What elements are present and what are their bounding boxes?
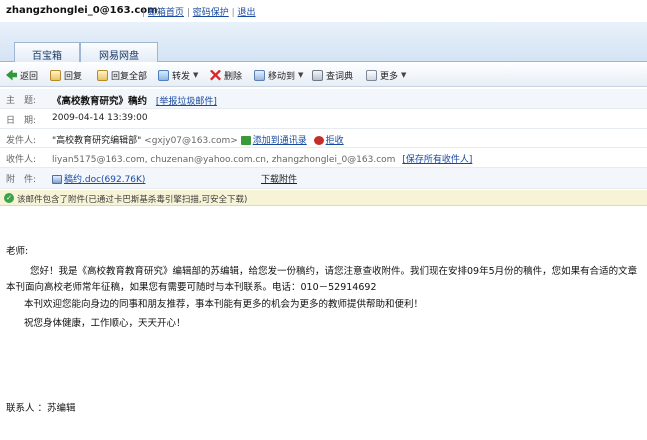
logout-link[interactable]: 退出	[238, 8, 256, 18]
delete-button[interactable]: 删除	[210, 68, 242, 82]
chevron-down-icon[interactable]: ▼	[193, 71, 198, 79]
reply-all-label: 回复全部	[111, 71, 148, 82]
sender-name: "高校教育研究编辑部"	[52, 136, 142, 146]
more-label: 更多	[380, 71, 399, 82]
delete-x-icon	[210, 69, 221, 81]
subject-text: 《高校教育研究》稿约	[52, 96, 148, 107]
attachment-label: 附 件:	[6, 175, 37, 185]
password-protect-link[interactable]: 密码保护	[193, 8, 229, 18]
date-value: 2009-04-14 13:39:00	[52, 113, 148, 123]
to-value: liyan5175@163.com, chuzenan@yahoo.com.cn…	[52, 152, 472, 165]
body-paragraph: 本刊面向高校老师常年征稿，如果您有需要可随时与本刊联系。电话：010－52914…	[6, 282, 377, 293]
tab-band: 百宝箱 网易网盘	[0, 22, 647, 62]
chevron-down-icon[interactable]: ▼	[401, 71, 406, 79]
reply-button[interactable]: 回复	[50, 68, 82, 82]
body-paragraph: 本刊欢迎您能向身边的同事和朋友推荐，事本刊能有更多的机会为更多的教师提供帮助和便…	[24, 299, 424, 310]
chevron-down-icon[interactable]: ▼	[298, 71, 303, 79]
back-label: 返回	[20, 71, 39, 82]
reply-icon	[50, 69, 61, 81]
virus-scan-notice: ✓ 该邮件包含了附件(已通过卡巴斯基杀毒引擎扫描,可安全下载)	[0, 190, 647, 206]
report-spam-link[interactable]: [举报垃圾邮件]	[156, 97, 217, 107]
to-label: 收件人:	[6, 155, 37, 165]
dictionary-icon	[312, 69, 323, 81]
mail-home-link[interactable]: 邮箱首页	[148, 8, 184, 18]
attachment-link[interactable]: 稿约.doc(692.76K)	[64, 175, 145, 185]
reply-all-icon	[97, 69, 108, 81]
check-shield-icon: ✓	[4, 193, 14, 203]
top-sep: |	[142, 8, 146, 18]
body-paragraph: 您好！我是《高校教育教育研究》编辑部的苏编辑，给您发一份稿约，请您注意查收附件。…	[30, 266, 638, 277]
top-links: | 邮箱首页 | 密码保护 | 退出	[142, 5, 256, 18]
subject-row: 主 题: 《高校教育研究》稿约 [举报垃圾邮件]	[0, 89, 647, 109]
back-button[interactable]: 返回	[6, 68, 38, 82]
attachment-value: 稿约.doc(692.76K)	[52, 172, 145, 185]
from-value: "高校教育研究编辑部" <gxjy07@163.com> 添加到通讯录 拒收	[52, 133, 344, 146]
top-sep: |	[231, 8, 235, 18]
subject-label: 主 题:	[6, 96, 37, 106]
move-label: 移动到	[268, 71, 296, 82]
reject-icon	[313, 136, 324, 145]
move-to-button[interactable]: 移动到 ▼	[254, 68, 303, 82]
more-button[interactable]: 更多 ▼	[366, 68, 406, 82]
top-sep: |	[186, 8, 190, 18]
to-row: 收件人: liyan5175@163.com, chuzenan@yahoo.c…	[0, 148, 647, 168]
date-label: 日 期:	[6, 116, 37, 126]
body-signature: 联系人 ：苏编辑	[6, 403, 76, 414]
mail-toolbar: 返回 回复 回复全部 转发 ▼ 删除 移动到 ▼ 查词典 更多 ▼	[0, 63, 647, 87]
reply-all-button[interactable]: 回复全部	[97, 68, 147, 82]
back-arrow-icon	[6, 69, 17, 81]
forward-button[interactable]: 转发 ▼	[158, 68, 198, 82]
from-row: 发件人: "高校教育研究编辑部" <gxjy07@163.com> 添加到通讯录…	[0, 129, 647, 148]
add-contact-icon	[240, 136, 251, 145]
user-email: zhangzhonglei_0@163.com	[6, 5, 158, 16]
date-row: 日 期: 2009-04-14 13:39:00	[0, 109, 647, 129]
move-folder-icon	[254, 69, 265, 81]
dict-label: 查词典	[326, 71, 354, 82]
forward-icon	[158, 69, 169, 81]
from-label: 发件人:	[6, 136, 37, 146]
reply-label: 回复	[64, 71, 83, 82]
doc-file-icon	[52, 175, 62, 184]
scan-notice-text: 该邮件包含了附件(已通过卡巴斯基杀毒引擎扫描,可安全下载)	[17, 195, 248, 205]
save-all-recipients-link[interactable]: [保存所有收件人]	[402, 155, 472, 165]
reject-link[interactable]: 拒收	[326, 136, 344, 146]
body-paragraph: 祝您身体健康，工作顺心，天天开心！	[24, 318, 186, 329]
download-attachment-link[interactable]: 下载附件	[261, 172, 297, 185]
mail-body: 老师: 您好！我是《高校教育教育研究》编辑部的苏编辑，给您发一份稿约，请您注意查…	[0, 206, 647, 440]
body-greeting: 老师:	[6, 246, 29, 257]
delete-label: 删除	[224, 71, 243, 82]
tab-netdisk[interactable]: 网易网盘	[80, 42, 158, 62]
attachment-row: 附 件: 稿约.doc(692.76K) 下载附件	[0, 168, 647, 189]
subject-value: 《高校教育研究》稿约 [举报垃圾邮件]	[52, 93, 217, 107]
dictionary-button[interactable]: 查词典	[312, 68, 353, 82]
more-icon	[366, 69, 377, 81]
recipient-list: liyan5175@163.com, chuzenan@yahoo.com.cn…	[52, 155, 396, 165]
sender-address: <gxjy07@163.com>	[144, 136, 238, 146]
add-contact-link[interactable]: 添加到通讯录	[253, 136, 307, 146]
forward-label: 转发	[172, 71, 191, 82]
top-bar: zhangzhonglei_0@163.com | 邮箱首页 | 密码保护 | …	[0, 0, 647, 22]
tab-baibaoxiang[interactable]: 百宝箱	[14, 42, 80, 62]
